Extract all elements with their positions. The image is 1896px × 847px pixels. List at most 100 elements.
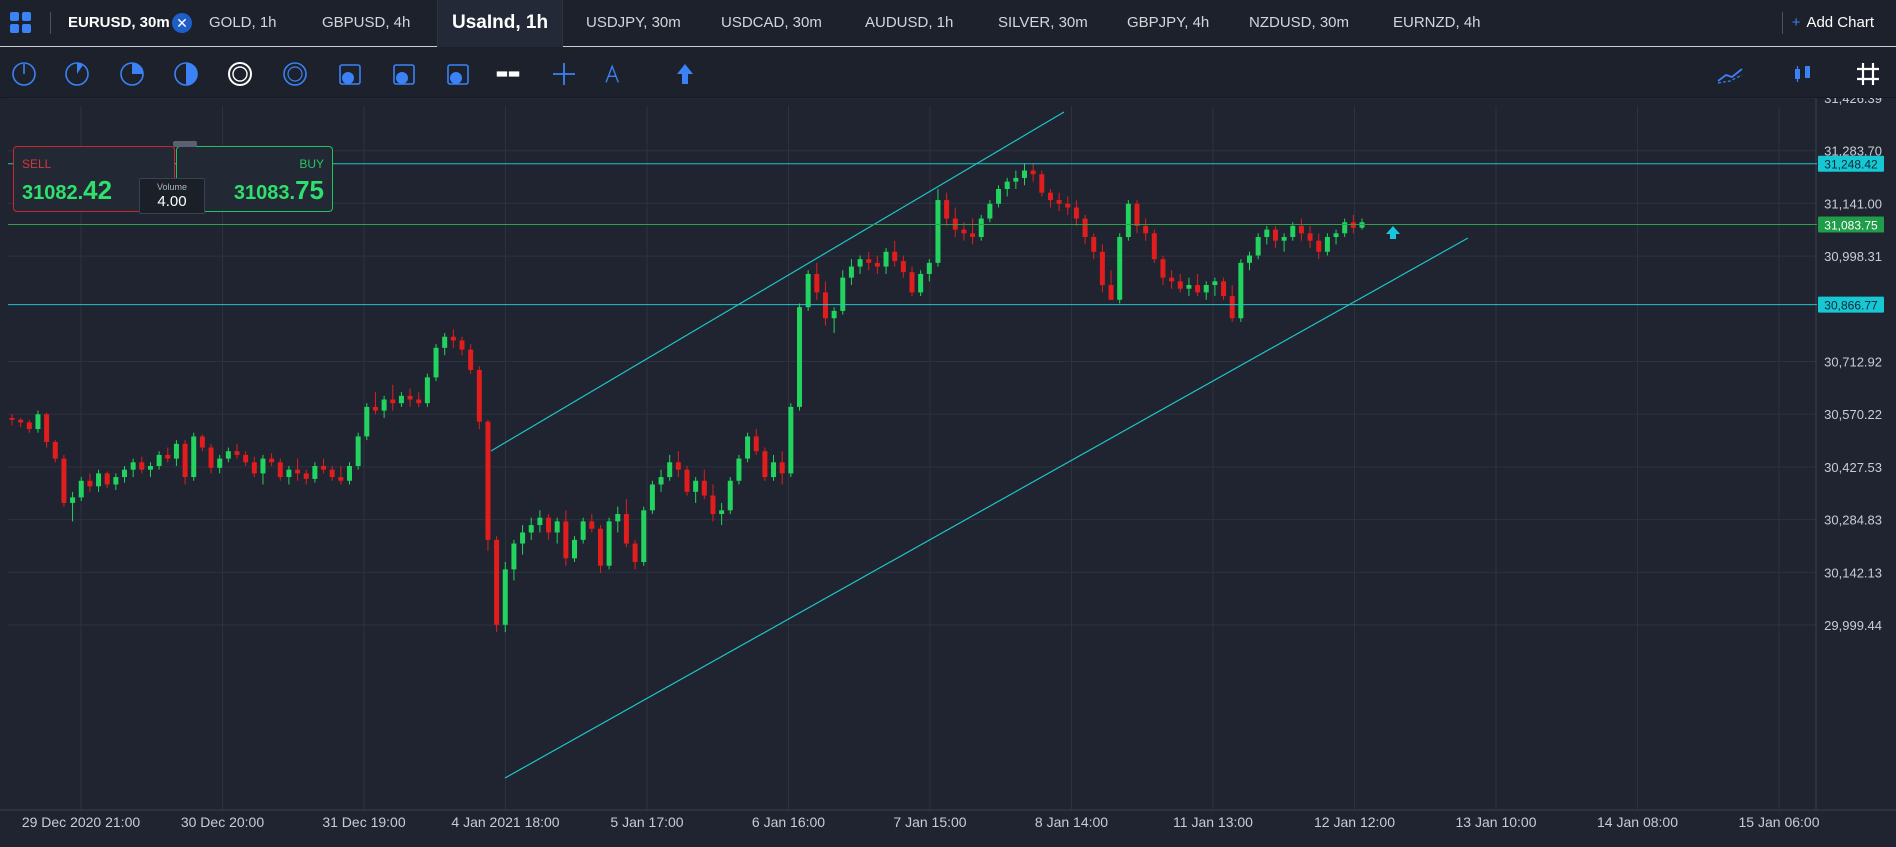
candle-body [1333,233,1339,238]
candle-body [1212,281,1218,286]
timeframe-4h-icon[interactable] [282,61,308,87]
tab-usdjpy[interactable]: USDJPY, 30m [586,0,681,46]
tab-audusd[interactable]: AUDUSD, 1h [865,0,953,46]
candle-body [364,406,370,437]
candle-body [1082,218,1088,238]
candle-body [996,188,1002,204]
candle-body [814,273,820,293]
arrow-up-icon[interactable] [672,61,698,87]
tab-eurnzd[interactable]: EURNZD, 4h [1393,0,1481,46]
candle-body [1203,285,1209,293]
candle-body [269,458,275,463]
candle-body [347,465,352,481]
candle-body [866,259,872,263]
buy-price: 31083.75 [234,175,324,206]
candle-body [546,517,552,533]
timeframe-monthly-icon[interactable] [445,61,471,87]
candle-body [156,454,162,466]
candle-body [199,436,205,448]
candle-body [528,525,534,533]
chart-type-icon[interactable] [495,61,521,87]
candle-body [874,262,880,267]
candle-body [1073,207,1079,219]
candle-body [1272,229,1278,241]
candle-body [1151,233,1157,260]
add-chart-button[interactable]: + Add Chart [1792,0,1874,46]
candle-body [632,543,638,563]
y-tick-label: 30,712.92 [1824,354,1882,369]
timeframe-30m-icon[interactable] [173,61,199,87]
candle-body [96,473,102,487]
tab-silver[interactable]: SILVER, 30m [998,0,1088,46]
tab-gbpusd[interactable]: GBPUSD, 4h [322,0,410,46]
draw-tools-icon[interactable] [603,61,633,87]
candle-body [381,399,387,411]
tab-gbpjpy[interactable]: GBPJPY, 4h [1127,0,1209,46]
timeframe-daily-icon[interactable] [337,61,363,87]
candle-body [1238,262,1244,319]
level-price-label: 31,083.75 [1824,219,1878,233]
candle-style-icon[interactable] [1790,61,1816,87]
candle-body [398,395,404,404]
candle-body [18,419,24,423]
candle-body [883,251,889,267]
candle-body [736,458,742,481]
timeframe-15m-icon[interactable] [119,61,145,87]
candle-body [1247,255,1252,263]
tab-nzdusd[interactable]: NZDUSD, 30m [1249,0,1349,46]
volume-field[interactable]: Volume 4.00 [139,178,205,214]
candle-body [615,513,621,522]
timeframe-1h-icon[interactable] [227,61,253,87]
level-price-label: 31,248.42 [1824,158,1878,172]
candle-body [191,436,197,478]
y-tick-label: 30,998.31 [1824,249,1882,264]
candle-body [693,480,699,492]
tab-usaind-active[interactable]: UsaInd, 1h [437,0,564,47]
candle-body [1342,222,1348,234]
tab-usdcad[interactable]: USDCAD, 30m [721,0,822,46]
candle-body [978,218,984,238]
candle-body [416,399,422,404]
candle-body [1298,225,1304,234]
candle-body [1125,203,1131,238]
volume-value: 4.00 [157,193,187,210]
x-tick-label: 13 Jan 10:00 [1456,814,1537,830]
candle-body [597,528,603,566]
candle-body [1169,277,1175,282]
candle-body [329,469,335,478]
tab-eurusd[interactable]: EURUSD, 30m [68,0,170,46]
drag-handle[interactable] [173,141,197,147]
candle-body [321,465,327,470]
sell-label: SELL [22,157,52,171]
y-tick-label: 31,426.39 [1824,98,1882,106]
candle-body [1221,281,1227,297]
candle-body [1039,174,1045,193]
candle-body [623,513,629,544]
candle-body [580,521,586,540]
candle-body [26,422,32,430]
buy-price-main: 31083. [233,182,296,204]
candle-body [1281,237,1287,241]
candle-body [61,458,67,503]
candle-body [788,406,794,474]
layout-grid-icon[interactable] [10,12,32,34]
close-tab-icon[interactable]: ✕ [172,13,192,33]
timeframe-1m-icon[interactable] [11,61,37,87]
candle-body [848,266,854,278]
candle-body [44,414,50,442]
candle-body [277,462,283,478]
candle-body [771,462,777,478]
tab-separator [1782,12,1783,34]
candle-body [1177,281,1183,289]
timeframe-5m-icon[interactable] [64,61,90,87]
grid-toggle-icon[interactable] [1855,61,1881,87]
candle-body [1022,170,1027,178]
crosshair-icon[interactable] [551,61,577,87]
timeframe-weekly-icon[interactable] [391,61,417,87]
candle-body [563,521,569,559]
y-tick-label: 30,570.22 [1824,407,1882,422]
candle-body [1030,170,1036,175]
tab-gold[interactable]: GOLD, 1h [209,0,277,46]
indicators-icon[interactable] [1716,61,1756,87]
candle-body [1091,237,1097,252]
